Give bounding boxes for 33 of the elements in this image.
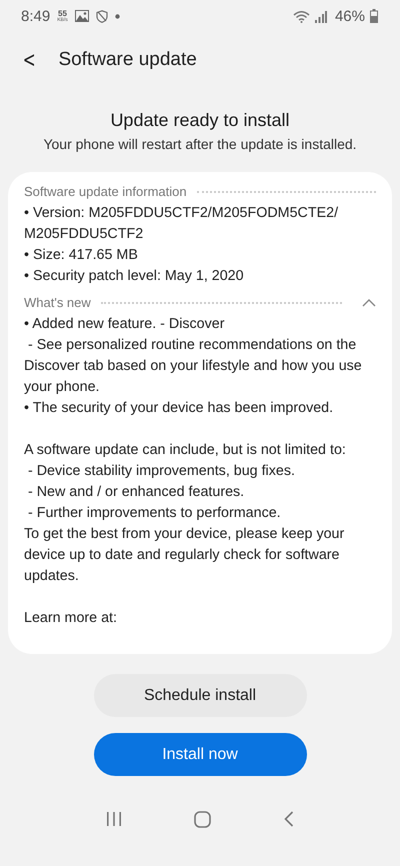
image-icon [74,10,89,22]
info-line: • Size: 417.65 MB [24,246,139,265]
info-line: • Version: M205FDDU5CTF2/M205FODM5CTE2/ M205FDDU5CTF2 [24,204,340,244]
release-note: To get the best from your device, please keep your device up to date and regularly check for software updates. [24,525,346,586]
release-note: - Device stability improvements, bug fixes. [26,462,296,481]
update-subtitle: Your phone will restart after the update is installed. [42,136,358,152]
release-note: Learn more at: [24,609,118,628]
wifi-icon [292,10,310,22]
update-heading: Update ready to install [109,110,291,131]
speed-value: 55 [58,10,67,18]
release-note: • The security of your device has been improved. [24,399,334,418]
back-icon[interactable] [284,811,294,827]
section-heading: Software update information [24,184,187,199]
signal-icon [314,10,327,22]
dot-icon [114,14,120,18]
info-line: • Security patch level: May 1, 2020 [24,267,245,286]
page-title: Software update [58,49,197,71]
release-note: - See personalized routine recommendations on the Discover tab based on your lifestyle and how you use your phone. [24,336,363,397]
chevron-up-icon[interactable] [362,298,376,306]
clock-time: 8:49 [21,8,50,24]
home-icon[interactable] [194,810,212,828]
release-note: A software update can include, but is not limited to: [24,441,347,460]
schedule-button[interactable]: Schedule install [94,674,306,717]
release-note: • Added new feature. - Discover [24,315,226,334]
back-button[interactable]: < [17,48,42,72]
battery-percent: 46% [334,8,365,24]
battery-icon [370,9,378,23]
section-heading: What's new [24,295,91,310]
release-note: - Further improvements to performance. [26,504,282,523]
install-button[interactable]: Install now [94,733,306,776]
recent-apps-icon[interactable] [106,811,122,827]
release-note: - New and / or enhanced features. [26,483,246,502]
shield-icon [96,10,108,22]
